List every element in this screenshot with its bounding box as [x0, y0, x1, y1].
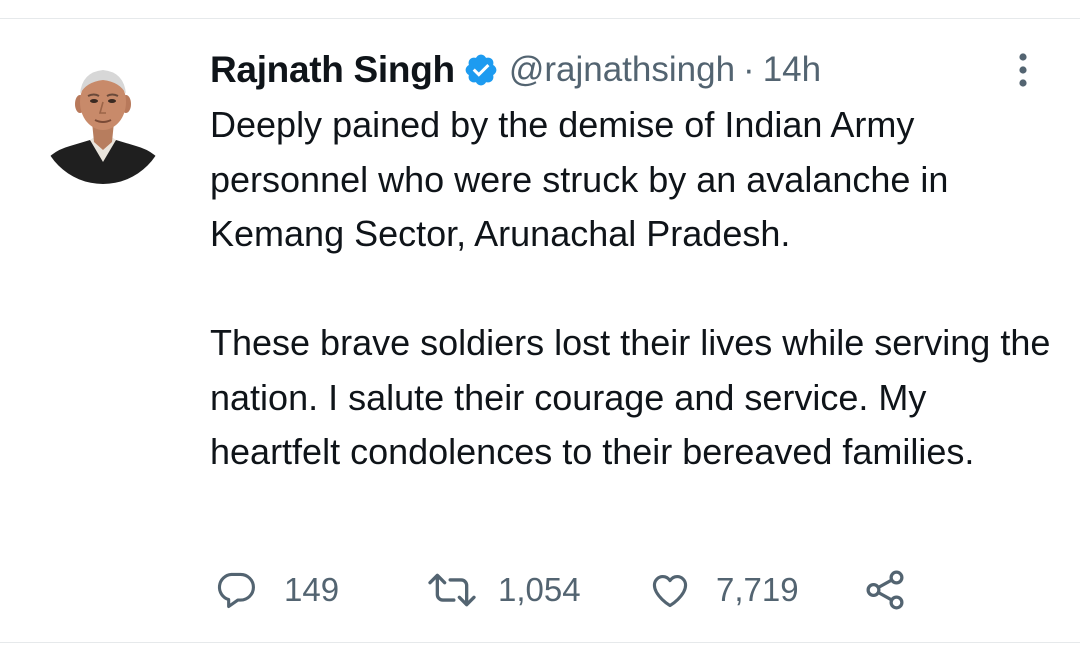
retweet-button[interactable]: 1,054	[426, 562, 581, 618]
reply-count: 149	[284, 571, 340, 608]
tweet-header: Rajnath Singh @rajnathsingh · 14h	[210, 48, 821, 92]
top-divider	[0, 18, 1080, 19]
verified-badge-icon	[463, 52, 499, 88]
retweet-count: 1,054	[498, 571, 581, 608]
author-handle[interactable]: @rajnathsingh	[509, 50, 735, 90]
like-button[interactable]: 7,719	[648, 562, 799, 618]
avatar[interactable]	[40, 58, 166, 184]
tweet-timestamp[interactable]: 14h	[763, 50, 821, 90]
heart-icon	[648, 568, 692, 612]
tweet-paragraph: These brave soldiers lost their lives wh…	[210, 322, 1051, 472]
bottom-divider	[0, 642, 1080, 643]
reply-icon	[214, 568, 258, 612]
reply-button[interactable]: 149	[214, 562, 339, 618]
header-separator: ·	[743, 50, 755, 89]
retweet-icon	[426, 568, 478, 612]
share-icon	[862, 567, 908, 613]
like-count: 7,719	[716, 571, 799, 608]
author-name[interactable]: Rajnath Singh	[210, 49, 455, 91]
more-vertical-icon[interactable]	[1008, 52, 1038, 88]
tweet-paragraph: Deeply pained by the demise of Indian Ar…	[210, 104, 949, 254]
tweet-text: Deeply pained by the demise of Indian Ar…	[210, 98, 1060, 480]
share-button[interactable]	[862, 562, 908, 618]
